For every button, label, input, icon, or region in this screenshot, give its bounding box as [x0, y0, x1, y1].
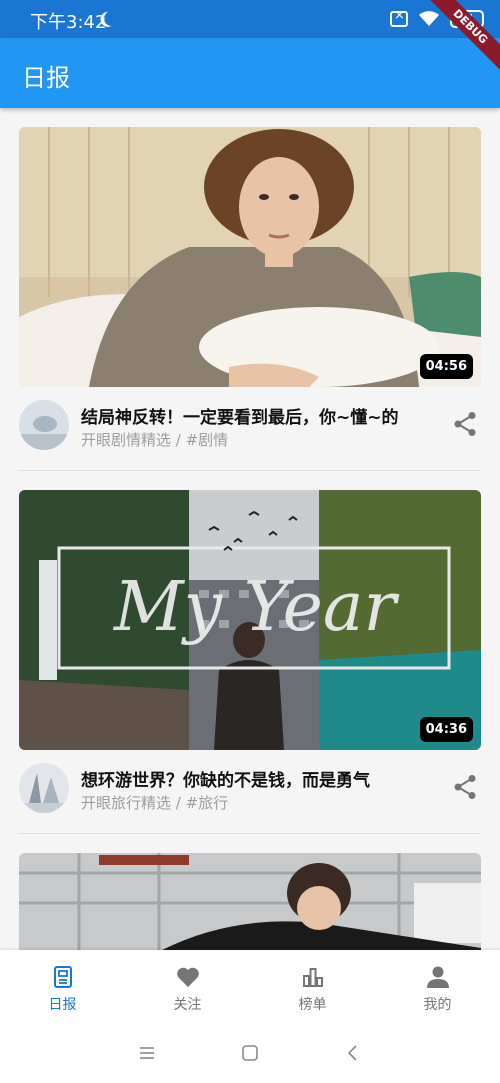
share-icon[interactable]: [453, 411, 477, 437]
tab-mine[interactable]: 我的: [375, 950, 500, 1024]
app-bar: 日报: [0, 38, 500, 108]
bar-chart-icon: [302, 968, 323, 987]
video-thumbnail[interactable]: [19, 853, 481, 950]
video-card[interactable]: My Year 04:36 想环游世界？你缺的不是钱，而是勇气 开眼旅行精选 /…: [19, 490, 481, 822]
page-title: 日报: [22, 64, 70, 92]
back-icon[interactable]: [343, 1043, 363, 1063]
video-card[interactable]: 04:56 结局神反转！一定要看到最后，你~懂~的 开眼剧情精选 / #剧情: [19, 127, 481, 459]
tab-label: 日报: [48, 997, 77, 1013]
share-icon[interactable]: [453, 774, 477, 800]
video-card[interactable]: [19, 853, 481, 950]
video-title[interactable]: 想环游世界？你缺的不是钱，而是勇气: [81, 766, 370, 791]
person-icon: [426, 966, 449, 988]
bottom-navigation: 日报 关注 榜单 我的: [0, 950, 500, 1024]
thumbnail-image: [19, 853, 481, 950]
video-feed[interactable]: 04:56 结局神反转！一定要看到最后，你~懂~的 开眼剧情精选 / #剧情 M…: [0, 108, 500, 950]
status-bar: 下午3:42 44: [0, 0, 500, 38]
home-icon[interactable]: [240, 1043, 260, 1063]
video-title[interactable]: 结局神反转！一定要看到最后，你~懂~的: [81, 403, 399, 428]
no-sim-icon: [390, 8, 408, 27]
tab-label: 我的: [423, 997, 452, 1013]
video-category: 开眼剧情精选 / #剧情: [81, 431, 229, 449]
duration-badge: 04:56: [419, 354, 473, 379]
overlay-title: My Year: [112, 568, 399, 647]
tab-ranking[interactable]: 榜单: [250, 950, 375, 1024]
card-info: 结局神反转！一定要看到最后，你~懂~的 开眼剧情精选 / #剧情: [19, 387, 481, 459]
wifi-icon: [419, 11, 439, 26]
tab-label: 关注: [173, 997, 202, 1013]
heart-icon: [176, 967, 199, 987]
status-time: 下午3:42: [30, 12, 107, 33]
menu-icon[interactable]: [137, 1043, 157, 1063]
card-info: 想环游世界？你缺的不是钱，而是勇气 开眼旅行精选 / #旅行: [19, 750, 481, 822]
author-avatar[interactable]: [19, 400, 69, 450]
thumbnail-image: My Year: [19, 490, 481, 750]
video-thumbnail[interactable]: My Year 04:36: [19, 490, 481, 750]
video-category: 开眼旅行精选 / #旅行: [81, 794, 229, 812]
thumbnail-image: [19, 127, 481, 387]
tab-label: 榜单: [298, 997, 327, 1013]
divider: [19, 470, 481, 471]
daily-icon: [53, 966, 72, 988]
duration-badge: 04:36: [419, 717, 473, 742]
system-navigation-bar: [0, 1024, 500, 1083]
divider: [19, 833, 481, 834]
author-avatar[interactable]: [19, 763, 69, 813]
tab-follow[interactable]: 关注: [125, 950, 250, 1024]
tab-daily[interactable]: 日报: [0, 950, 125, 1024]
video-thumbnail[interactable]: 04:56: [19, 127, 481, 387]
